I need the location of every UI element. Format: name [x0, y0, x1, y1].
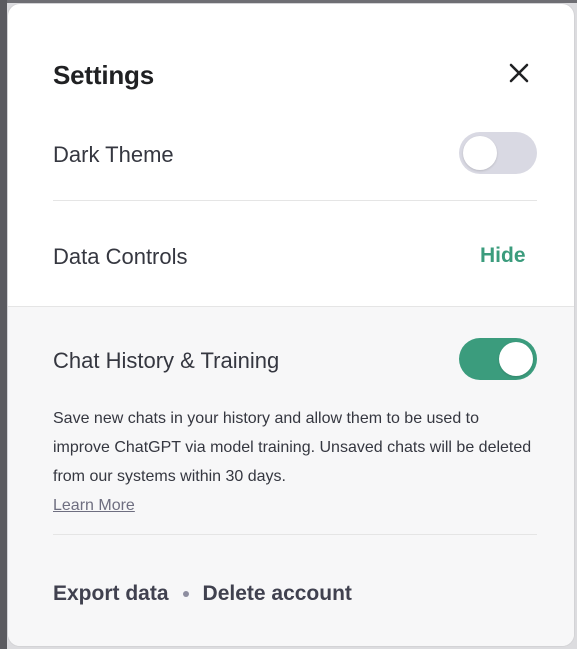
chat-history-toggle[interactable] [459, 338, 537, 380]
dark-theme-toggle[interactable] [459, 132, 537, 174]
data-controls-hide-button[interactable]: Hide [480, 244, 526, 268]
chat-history-description: Save new chats in your history and allow… [53, 404, 538, 520]
export-data-button[interactable]: Export data [53, 582, 169, 606]
backdrop-edge-left [0, 0, 7, 649]
backdrop-edge-top [0, 0, 577, 3]
description-text: Save new chats in your history and allow… [53, 410, 532, 485]
divider [53, 200, 537, 201]
chat-history-label: Chat History & Training [53, 348, 280, 373]
settings-dialog: Settings Dark Theme Data Controls Hide C… [8, 4, 574, 646]
account-actions: Export data Delete account [53, 582, 352, 606]
data-controls-label: Data Controls [53, 244, 188, 269]
close-button[interactable] [504, 58, 534, 88]
separator-dot [182, 591, 189, 597]
divider [53, 534, 537, 535]
learn-more-link[interactable]: Learn More [53, 497, 135, 514]
toggle-knob [499, 342, 533, 376]
close-icon [509, 63, 529, 83]
delete-account-button[interactable]: Delete account [203, 582, 352, 606]
toggle-knob [463, 136, 497, 170]
dark-theme-label: Dark Theme [53, 142, 174, 167]
dialog-title: Settings [53, 60, 154, 90]
